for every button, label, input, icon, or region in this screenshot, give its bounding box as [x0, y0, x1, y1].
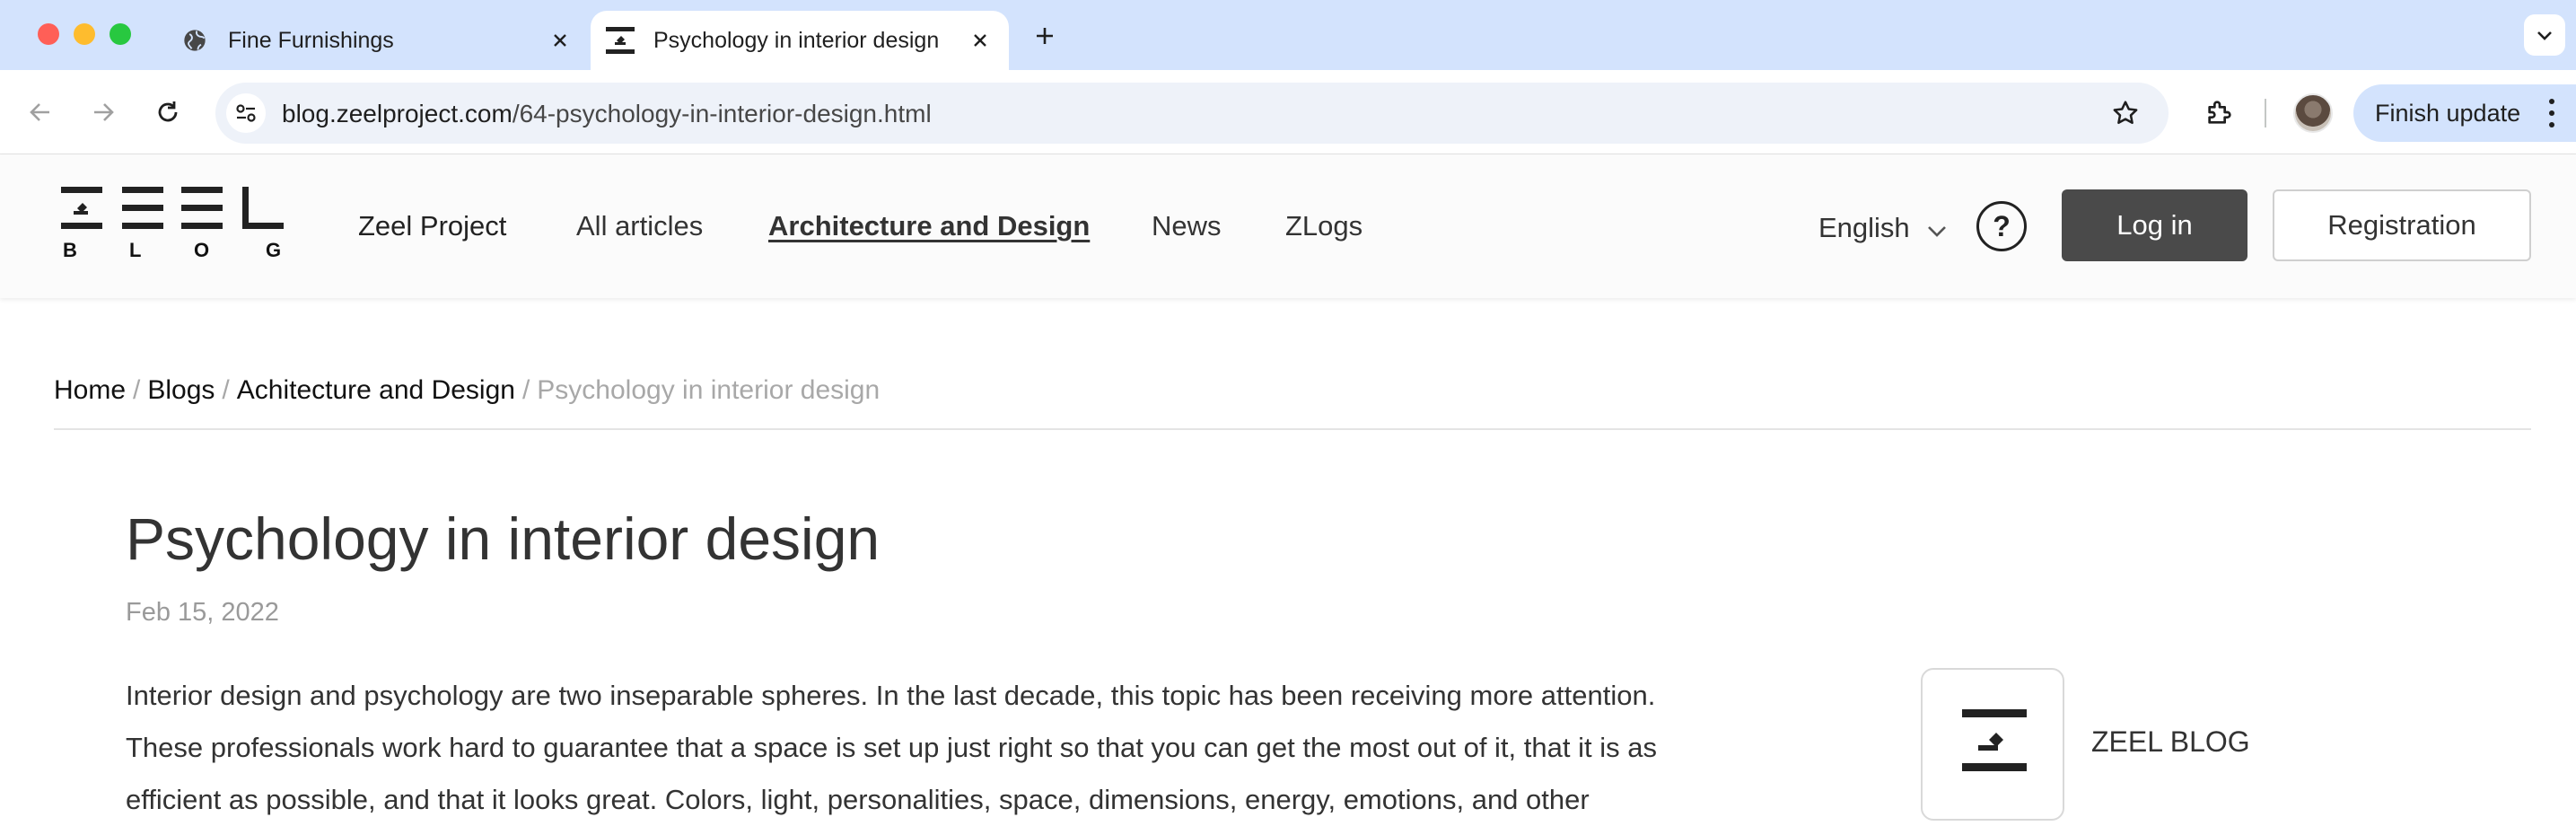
- logo-letter: B: [63, 239, 77, 261]
- article-line: Interior design and psychology are two i…: [126, 680, 1656, 711]
- breadcrumb-blogs[interactable]: Blogs: [147, 375, 215, 405]
- breadcrumb-separator: /: [133, 375, 141, 405]
- breadcrumb-category[interactable]: Achitecture and Design: [237, 375, 515, 405]
- article-body: Interior design and psychology are two i…: [126, 670, 1849, 826]
- browser-toolbar: blog.zeelproject.com/64-psychology-in-in…: [0, 70, 2576, 154]
- login-button[interactable]: Log in: [2062, 189, 2247, 261]
- article-paragraph: Interior design and psychology are two i…: [126, 670, 1849, 826]
- extensions-puzzle-icon[interactable]: [2197, 90, 2242, 135]
- breadcrumb-home[interactable]: Home: [54, 375, 126, 405]
- finish-update-label: Finish update: [2375, 99, 2521, 127]
- author-name[interactable]: ZEEL BLOG: [2091, 725, 2250, 759]
- nav-news[interactable]: News: [1152, 210, 1222, 242]
- finish-update-button[interactable]: Finish update: [2353, 84, 2576, 142]
- article-title: Psychology in interior design: [126, 505, 881, 572]
- zeel-blog-logo[interactable]: B L O G: [61, 187, 285, 268]
- tab-fine-furnishings[interactable]: Fine Furnishings: [167, 11, 589, 70]
- breadcrumb-separator: /: [222, 375, 230, 405]
- author-avatar-logo[interactable]: [1921, 668, 2064, 821]
- breadcrumb-current: Psychology in interior design: [537, 375, 881, 405]
- logo-letter: G: [266, 239, 282, 261]
- site-header: B L O G Zeel Project All articles Archit…: [0, 154, 2576, 298]
- breadcrumb: Home / Blogs / Achitecture and Design / Psycho…: [54, 375, 880, 406]
- close-tab-icon[interactable]: [542, 22, 578, 58]
- logo-letter: O: [194, 239, 210, 261]
- article-date: Feb 15, 2022: [126, 598, 279, 627]
- logo-z-mark: [1978, 733, 2003, 751]
- tab-search-chevron-down-icon[interactable]: [2524, 14, 2565, 56]
- nav-zeel-project[interactable]: Zeel Project: [358, 210, 506, 242]
- logo-z-mark: [74, 203, 88, 215]
- registration-button[interactable]: Registration: [2273, 189, 2531, 261]
- new-tab-icon[interactable]: [1025, 16, 1065, 56]
- logo-bar: [181, 187, 223, 193]
- logo-bar: [1962, 709, 2027, 717]
- site-info-tune-icon[interactable]: [226, 93, 266, 133]
- article-line: efficient as possible, and that it looks…: [126, 784, 1590, 815]
- close-tab-icon[interactable]: [962, 22, 998, 58]
- nav-zlogs[interactable]: ZLogs: [1285, 210, 1362, 242]
- bookmark-star-icon[interactable]: [2107, 95, 2143, 131]
- logo-bar: [181, 223, 223, 229]
- browser-tab-bar: Fine Furnishings Psychology in interior …: [0, 0, 2576, 70]
- article-line: These professionals work hard to guarant…: [126, 732, 1657, 763]
- nav-architecture-and-design[interactable]: Architecture and Design: [768, 210, 1090, 242]
- tab-psychology-in-interior-design[interactable]: Psychology in interior design: [591, 11, 1009, 70]
- logo-bar: [61, 223, 102, 229]
- toolbar-divider: [2265, 99, 2266, 127]
- forward-arrow-icon[interactable]: [83, 92, 124, 133]
- logo-bar: [122, 205, 163, 211]
- globe-icon: [180, 25, 210, 56]
- tab-title: Fine Furnishings: [228, 27, 394, 53]
- window-close-button[interactable]: [38, 23, 59, 45]
- window-minimize-button[interactable]: [74, 23, 95, 45]
- language-label: English: [1818, 212, 1910, 243]
- breadcrumb-separator: /: [521, 375, 530, 405]
- logo-bar: [122, 187, 163, 193]
- window-zoom-button[interactable]: [110, 23, 131, 45]
- logo-bar: [122, 223, 163, 229]
- nav-all-articles[interactable]: All articles: [576, 210, 703, 242]
- logo-bar: [242, 223, 284, 229]
- help-question-icon[interactable]: ?: [1976, 201, 2027, 251]
- logo-bar: [61, 187, 102, 193]
- back-arrow-icon[interactable]: [20, 92, 61, 133]
- address-bar[interactable]: blog.zeelproject.com/64-psychology-in-in…: [215, 83, 2169, 144]
- reload-icon[interactable]: [147, 92, 188, 133]
- zeel-favicon-icon: [605, 25, 635, 56]
- profile-avatar[interactable]: [2293, 93, 2333, 133]
- logo-bar: [1962, 763, 2027, 771]
- url-text[interactable]: blog.zeelproject.com/64-psychology-in-in…: [282, 100, 932, 128]
- logo-bar: [181, 205, 223, 211]
- url-host: blog.zeelproject.com: [282, 100, 513, 127]
- logo-letter: L: [129, 239, 142, 261]
- more-menu-kebab-icon[interactable]: [2547, 99, 2556, 127]
- language-selector[interactable]: English: [1818, 210, 1948, 246]
- tab-title: Psychology in interior design: [653, 27, 940, 53]
- url-path: /64-psychology-in-interior-design.html: [512, 100, 932, 127]
- chevron-down-icon: [1926, 214, 1948, 246]
- breadcrumb-divider: [54, 428, 2531, 430]
